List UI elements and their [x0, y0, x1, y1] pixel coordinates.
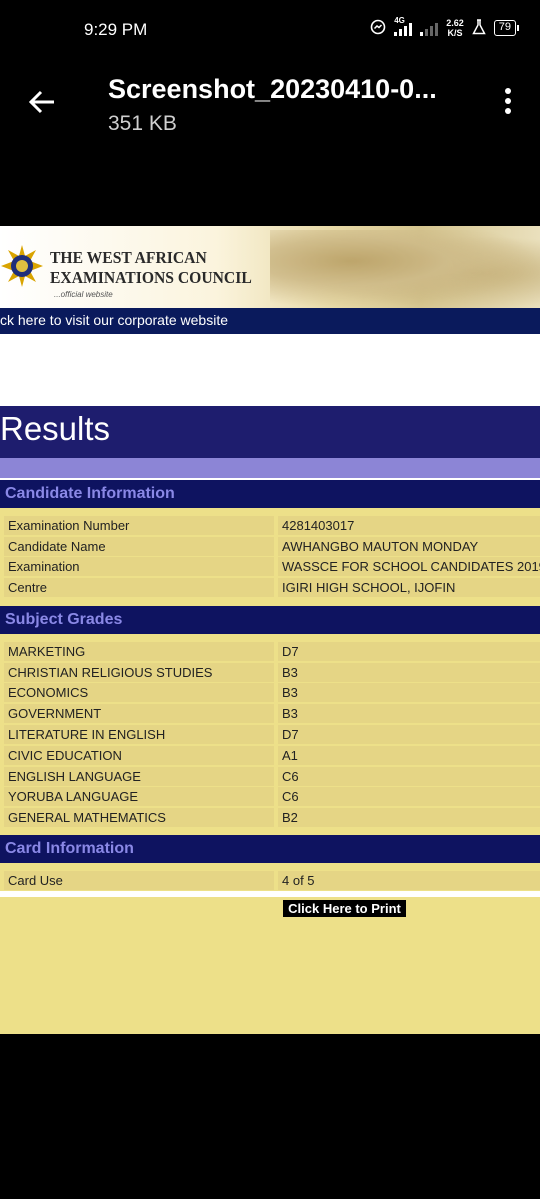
table-row: Centre IGIRI HIGH SCHOOL, IJOFIN	[4, 578, 540, 597]
table-row: GOVERNMENT B3	[4, 704, 540, 723]
table-row: MARKETING D7	[4, 642, 540, 661]
waec-banner: THE WEST AFRICAN EXAMINATIONS COUNCIL ..…	[0, 226, 540, 308]
corporate-website-link[interactable]: ck here to visit our corporate website	[0, 308, 540, 334]
org-name-line2: EXAMINATIONS COUNCIL	[50, 268, 252, 287]
screenshot-image: THE WEST AFRICAN EXAMINATIONS COUNCIL ..…	[0, 226, 540, 1034]
messenger-icon	[370, 19, 386, 38]
signal-icon: 4G	[394, 16, 413, 36]
table-row: YORUBA LANGUAGE C6	[4, 787, 540, 806]
subject-grades-heading: Subject Grades	[0, 606, 540, 634]
network-speed: 2.62 K/S	[446, 18, 464, 38]
table-row: Candidate Name AWHANGBO MAUTON MONDAY	[4, 537, 540, 556]
status-bar: 9:29 PM 4G 2.62 K/S 79	[0, 0, 540, 60]
tagline: ...official website	[54, 290, 113, 299]
more-options-icon[interactable]	[504, 88, 512, 116]
flask-icon	[472, 18, 486, 38]
table-row: ENGLISH LANGUAGE C6	[4, 767, 540, 786]
battery-level: 79	[498, 21, 511, 33]
battery-icon: 79	[493, 20, 520, 36]
table-row: LITERATURE IN ENGLISH D7	[4, 725, 540, 744]
table-row: GENERAL MATHEMATICS B2	[4, 808, 540, 827]
divider	[0, 891, 540, 897]
signal-2-icon	[420, 20, 439, 36]
file-size: 351 KB	[108, 112, 177, 135]
clock: 9:29 PM	[84, 20, 148, 39]
file-title: Screenshot_20230410-0...	[108, 74, 437, 104]
org-name-line1: THE WEST AFRICAN	[50, 248, 207, 267]
print-button[interactable]: Click Here to Print	[283, 900, 406, 917]
table-row: Examination Number 4281403017	[4, 516, 540, 535]
divider-bar	[0, 458, 540, 478]
table-row: Examination WASSCE FOR SCHOOL CANDIDATES …	[4, 557, 540, 576]
waec-logo-icon	[0, 244, 44, 288]
network-type: 4G	[394, 16, 405, 25]
table-row: CHRISTIAN RELIGIOUS STUDIES B3	[4, 663, 540, 682]
app-bar: Screenshot_20230410-0... 351 KB	[0, 60, 540, 226]
results-heading: Results	[0, 406, 540, 458]
status-icons: 4G 2.62 K/S 79	[370, 16, 520, 38]
back-arrow-icon[interactable]	[26, 86, 58, 118]
card-info-heading: Card Information	[0, 835, 540, 863]
candidate-info-heading: Candidate Information	[0, 480, 540, 508]
table-row: ECONOMICS B3	[4, 683, 540, 702]
banner-photo	[270, 230, 540, 308]
table-row: CIVIC EDUCATION A1	[4, 746, 540, 765]
table-row: Card Use 4 of 5	[4, 871, 540, 890]
